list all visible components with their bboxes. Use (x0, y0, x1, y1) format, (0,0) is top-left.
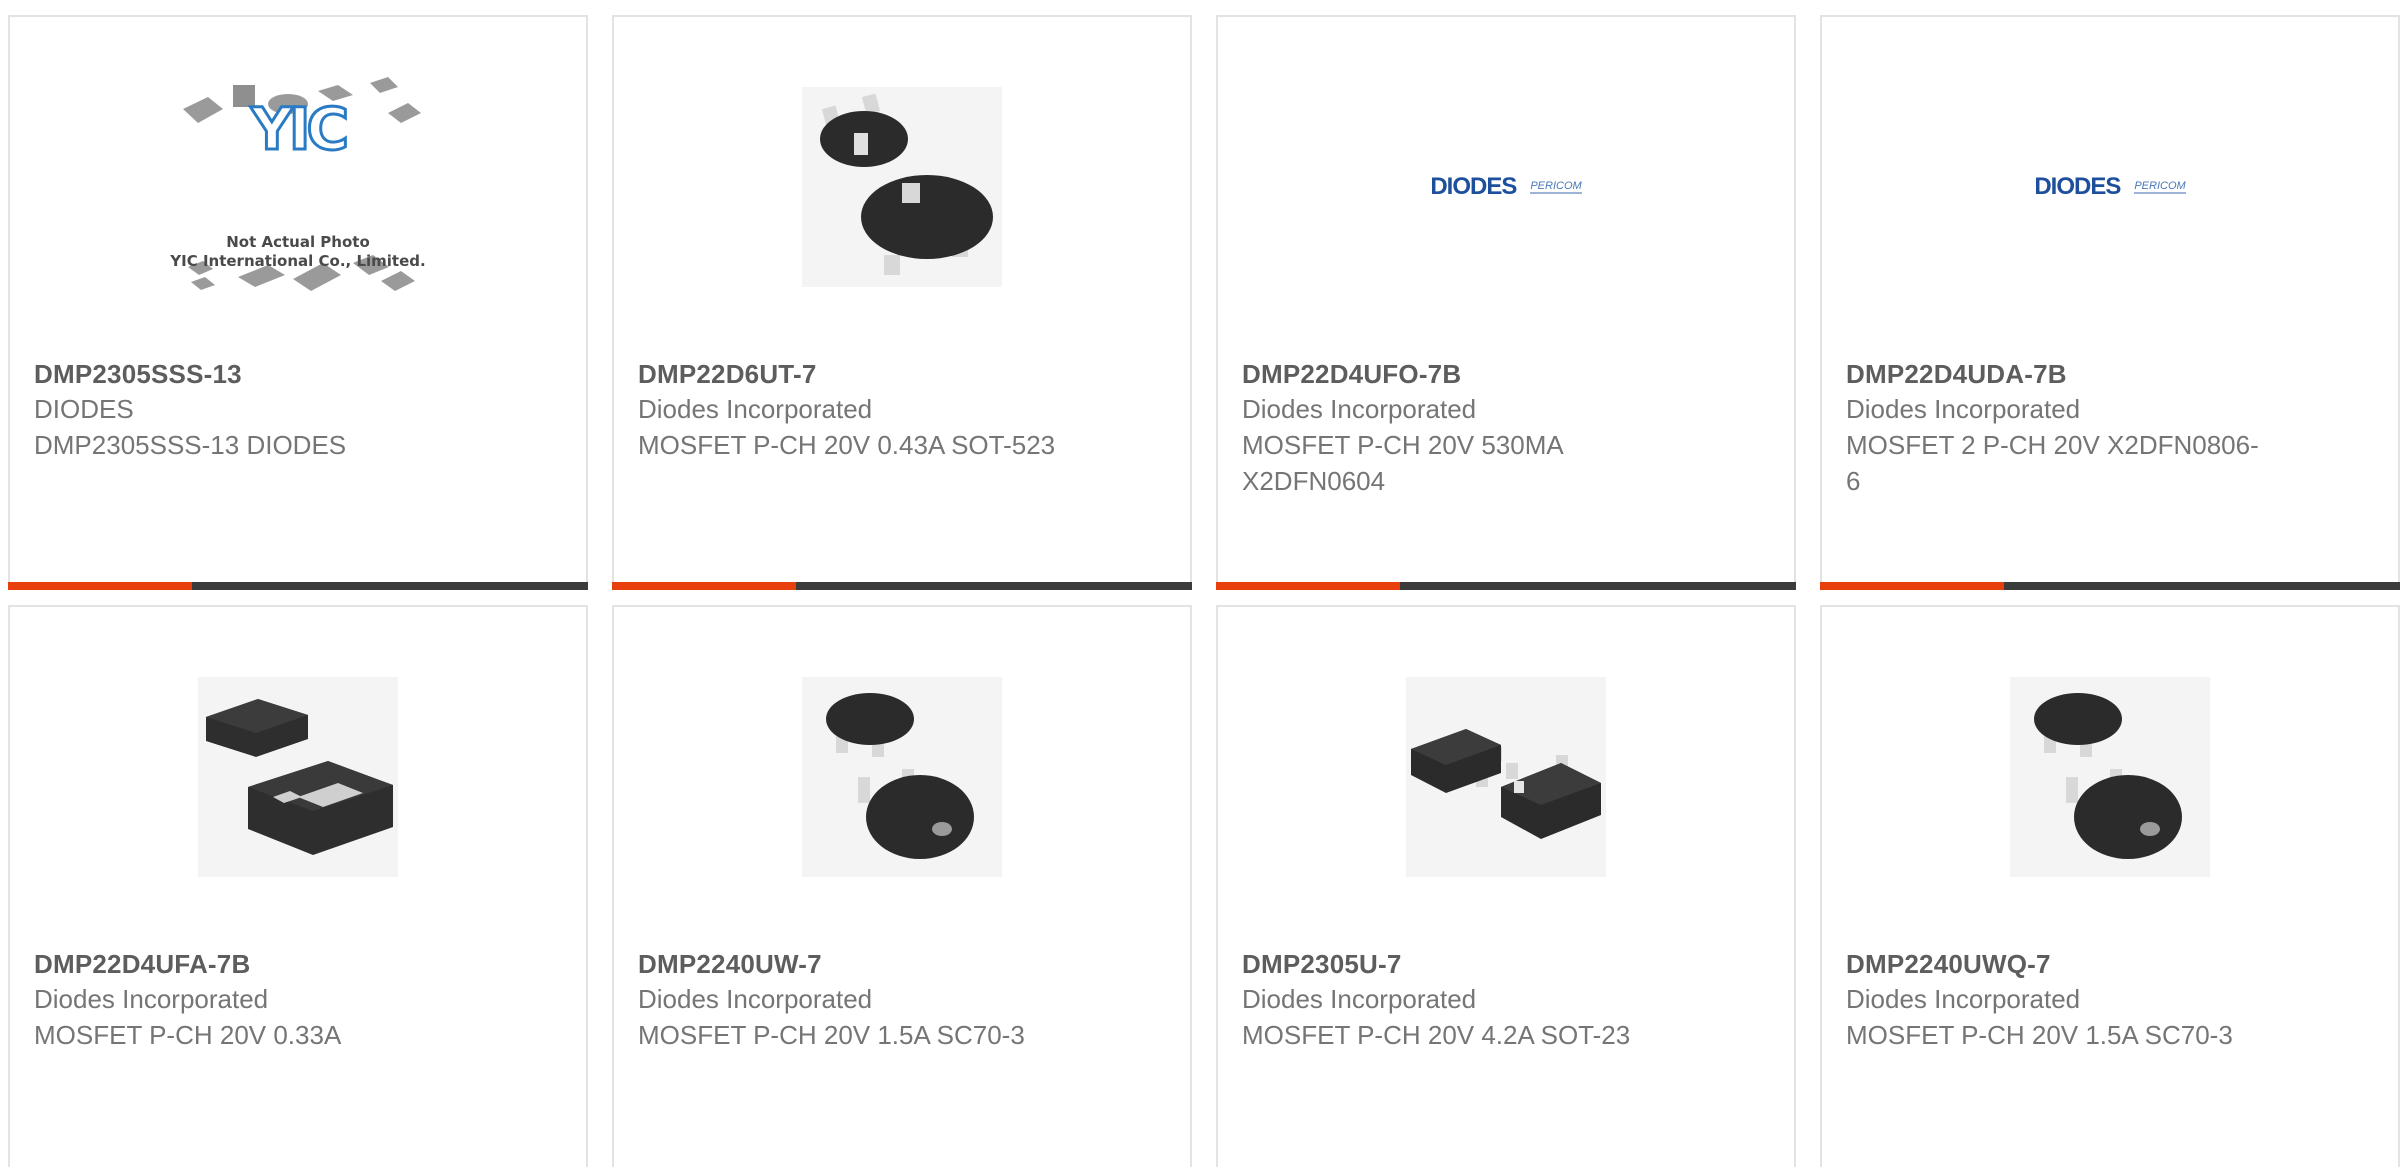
product-name[interactable]: DMP2305U-7 (1242, 947, 1682, 981)
product-image[interactable]: YIC Not Actual Photo YIC International C… (170, 77, 426, 291)
sc70-package-icon (2010, 677, 2210, 877)
card-accent (8, 582, 192, 590)
product-manufacturer: Diodes Incorporated (638, 984, 873, 1014)
placeholder-caption: Not Actual Photo YIC International Co., … (170, 233, 426, 270)
card-bottom-bar (1820, 582, 2400, 590)
product-image[interactable] (802, 87, 1002, 287)
product-card[interactable]: DMP22D6UT-7 Diodes Incorporated MOSFET P… (612, 15, 1192, 590)
sc70-package-icon (802, 677, 1002, 877)
card-accent (1820, 582, 2004, 590)
dfn-package-icon (198, 677, 398, 877)
card-accent (1216, 582, 1400, 590)
product-card[interactable]: YIC Not Actual Photo YIC International C… (8, 15, 588, 590)
product-name[interactable]: DMP22D4UFA-7B (34, 947, 474, 981)
product-card[interactable]: DMP2305U-7 Diodes Incorporated MOSFET P-… (1216, 605, 1796, 1167)
product-description: MOSFET P-CH 20V 0.43A SOT-523 (638, 430, 1056, 460)
product-grid: YIC Not Actual Photo YIC International C… (0, 0, 2400, 1167)
sot523-package-icon (802, 87, 1002, 287)
card-bottom-bar (8, 582, 588, 590)
product-name[interactable]: DMP2240UWQ-7 (1846, 947, 2286, 981)
product-name[interactable]: DMP2305SSS-13 (34, 357, 474, 391)
product-card[interactable]: DMP2240UWQ-7 Diodes Incorporated MOSFET … (1820, 605, 2400, 1167)
product-manufacturer: Diodes Incorporated (1846, 394, 2081, 424)
diodes-pericom-logo: DIODES PERICOM (1430, 173, 1582, 200)
product-image[interactable]: DIODES PERICOM (2010, 87, 2210, 287)
product-description: MOSFET P-CH 20V 4.2A SOT-23 (1242, 1020, 1631, 1050)
yic-logo: YIC (249, 94, 350, 165)
product-image[interactable] (1406, 677, 1606, 877)
card-bottom-bar (612, 582, 1192, 590)
product-image[interactable]: DIODES PERICOM (1406, 87, 1606, 287)
product-description: MOSFET P-CH 20V 530MA X2DFN0604 (1242, 430, 1563, 496)
product-image[interactable] (802, 677, 1002, 877)
product-name[interactable]: DMP2240UW-7 (638, 947, 1078, 981)
product-card[interactable]: DMP22D4UFA-7B Diodes Incorporated MOSFET… (8, 605, 588, 1167)
product-manufacturer: Diodes Incorporated (1242, 394, 1477, 424)
product-image[interactable] (2010, 677, 2210, 877)
product-card[interactable]: DIODES PERICOM DMP22D4UDA-7B Diodes Inco… (1820, 15, 2400, 590)
product-description: DMP2305SSS-13 DIODES (34, 430, 347, 460)
product-manufacturer: Diodes Incorporated (1242, 984, 1477, 1014)
product-manufacturer: Diodes Incorporated (638, 394, 873, 424)
product-manufacturer: Diodes Incorporated (1846, 984, 2081, 1014)
product-card[interactable]: DMP2240UW-7 Diodes Incorporated MOSFET P… (612, 605, 1192, 1167)
product-description: MOSFET P-CH 20V 1.5A SC70-3 (638, 1020, 1025, 1050)
product-card[interactable]: DIODES PERICOM DMP22D4UFO-7B Diodes Inco… (1216, 15, 1796, 590)
product-description: MOSFET P-CH 20V 0.33A (34, 1020, 342, 1050)
product-name[interactable]: DMP22D4UFO-7B (1242, 357, 1682, 391)
product-name[interactable]: DMP22D4UDA-7B (1846, 357, 2286, 391)
product-name[interactable]: DMP22D6UT-7 (638, 357, 1078, 391)
diodes-pericom-logo: DIODES PERICOM (2034, 173, 2186, 200)
sot23-package-icon (1406, 677, 1606, 877)
card-accent (612, 582, 796, 590)
product-manufacturer: Diodes Incorporated (34, 984, 269, 1014)
product-description: MOSFET 2 P-CH 20V X2DFN0806-6 (1846, 430, 2259, 496)
product-image[interactable] (198, 677, 398, 877)
product-description: MOSFET P-CH 20V 1.5A SC70-3 (1846, 1020, 2233, 1050)
card-bottom-bar (1216, 582, 1796, 590)
product-manufacturer: DIODES (34, 394, 134, 424)
